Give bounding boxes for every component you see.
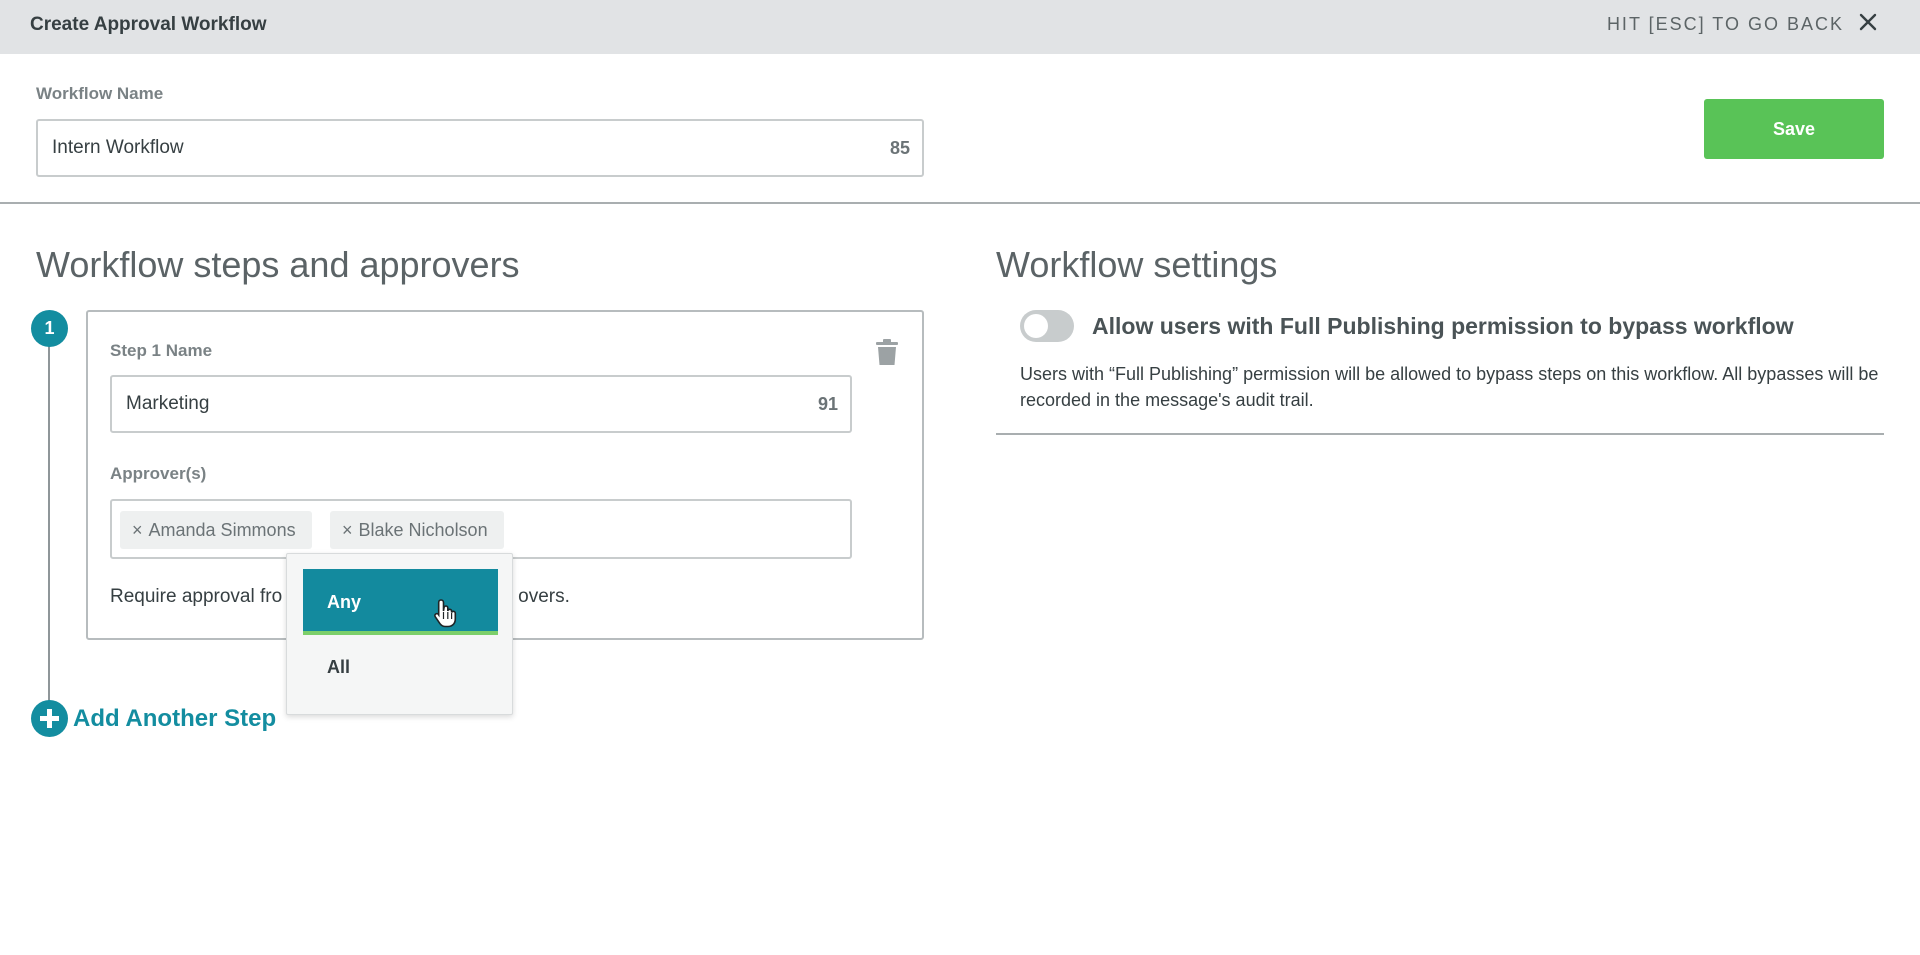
remove-approver-icon[interactable]: ×: [132, 520, 143, 540]
dropdown-option-any[interactable]: Any: [303, 569, 498, 635]
workflow-name-char-count: 85: [889, 138, 910, 158]
steps-timeline: [48, 344, 50, 714]
approval-mode-dropdown: Any All: [286, 553, 513, 715]
page-title: Create Approval Workflow: [30, 14, 267, 35]
header-divider: [0, 202, 1920, 204]
approver-name: Blake Nicholson: [358, 520, 488, 540]
approvers-label: Approver(s): [110, 464, 207, 483]
step-name-char-count: 91: [817, 394, 838, 414]
require-approval-prefix: Require approval fro: [110, 586, 283, 607]
plus-circle-icon: [31, 700, 68, 737]
steps-section-title: Workflow steps and approvers: [36, 244, 520, 285]
bypass-toggle[interactable]: [1020, 310, 1074, 342]
bypass-setting-label: Allow users with Full Publishing permiss…: [1092, 313, 1794, 339]
dropdown-option-all[interactable]: All: [303, 634, 498, 700]
esc-hint: HIT [ESC] TO GO BACK: [1606, 14, 1844, 34]
approver-chip: × Blake Nicholson: [330, 511, 504, 549]
approver-name: Amanda Simmons: [148, 520, 296, 540]
settings-divider: [996, 433, 1884, 435]
hand-pointer-icon: [434, 599, 457, 628]
settings-section-title: Workflow settings: [996, 244, 1278, 285]
workflow-name-label: Workflow Name: [36, 84, 164, 103]
remove-approver-icon[interactable]: ×: [342, 520, 353, 540]
bypass-setting-description: Users with “Full Publishing” permission …: [1020, 364, 1879, 410]
save-button[interactable]: Save: [1704, 99, 1884, 159]
approvers-input[interactable]: × Amanda Simmons × Blake Nicholson: [110, 499, 852, 559]
approver-chip: × Amanda Simmons: [120, 511, 312, 549]
toggle-knob: [1024, 314, 1048, 338]
workflow-name-input[interactable]: [38, 121, 922, 175]
top-bar: Create Approval Workflow HIT [ESC] TO GO…: [0, 0, 1920, 54]
step-name-label: Step 1 Name: [110, 341, 213, 360]
close-icon[interactable]: [1856, 10, 1880, 34]
add-another-step-button[interactable]: Add Another Step: [31, 700, 276, 737]
step-number-badge: 1: [31, 310, 68, 347]
add-step-label: Add Another Step: [73, 704, 277, 732]
workflow-name-field[interactable]: 85: [36, 119, 924, 177]
require-approval-suffix: overs.: [518, 586, 570, 607]
trash-icon[interactable]: [874, 338, 900, 366]
step-name-input[interactable]: [112, 377, 850, 431]
step-name-field[interactable]: 91: [110, 375, 852, 433]
